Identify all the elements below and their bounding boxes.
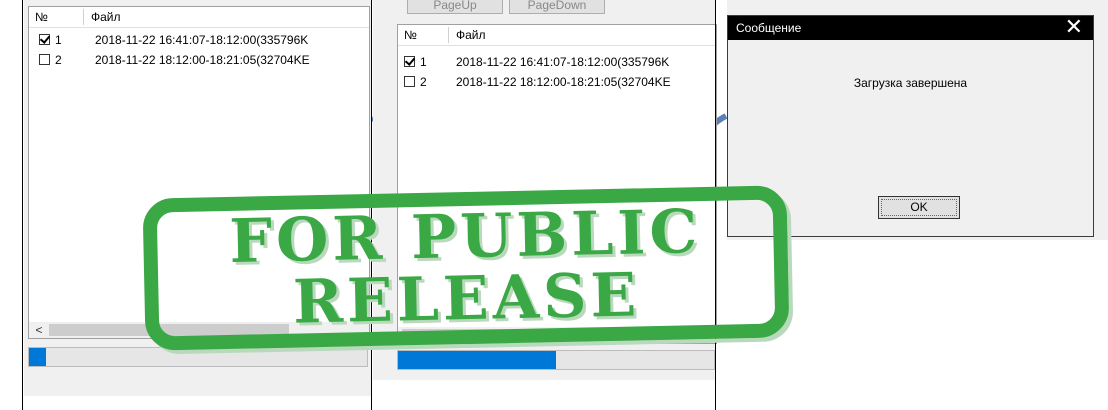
table-row[interactable]: 2 2018-11-22 18:12:00-18:21:05(32704KE	[398, 73, 716, 93]
ok-button[interactable]: OK	[878, 196, 960, 219]
row-number: 1	[420, 55, 427, 69]
checkmark-icon	[404, 55, 416, 66]
close-icon[interactable]: ✕	[1065, 16, 1083, 40]
column-header-file[interactable]: Файл	[450, 25, 710, 45]
column-header-file[interactable]: Файл	[85, 7, 365, 27]
row-number: 2	[55, 53, 62, 67]
row-number: 2	[420, 75, 427, 89]
row-number: 1	[55, 33, 62, 47]
list-header: № Файл	[398, 25, 716, 46]
progress-fill	[29, 348, 46, 366]
row-checkbox[interactable]	[404, 55, 416, 67]
window-border	[22, 0, 23, 410]
column-header-number[interactable]: №	[29, 7, 83, 27]
list-header: № Файл	[29, 7, 369, 28]
page-up-button[interactable]: PageUp	[407, 0, 503, 14]
table-row[interactable]: 1 2018-11-22 16:41:07-18:12:00(335796K	[398, 53, 716, 73]
scroll-left-arrow[interactable]: <	[31, 322, 47, 338]
page-down-button[interactable]: PageDown	[509, 0, 605, 14]
for-public-release-stamp: FOR PUBLIC RELEASE	[136, 181, 795, 355]
row-checkbox[interactable]	[404, 76, 415, 87]
dialog-title-bar[interactable]: Сообщение ✕	[728, 16, 1093, 40]
dialog-message: Загрузка завершена	[853, 76, 968, 90]
table-row[interactable]: 2 2018-11-22 18:12:00-18:21:05(32704KE	[29, 51, 369, 71]
column-separator[interactable]	[83, 9, 84, 25]
row-file-name: 2018-11-22 18:12:00-18:21:05(32704KE	[95, 53, 310, 67]
row-file-name: 2018-11-22 16:41:07-18:12:00(335796K	[95, 33, 309, 47]
row-checkbox[interactable]	[39, 33, 51, 45]
row-file-name: 2018-11-22 16:41:07-18:12:00(335796K	[456, 55, 670, 69]
column-header-number[interactable]: №	[398, 25, 448, 45]
checkmark-icon	[39, 33, 51, 44]
dialog-title: Сообщение	[736, 21, 802, 35]
row-checkbox[interactable]	[39, 54, 50, 65]
download-progress-bar	[397, 350, 715, 370]
row-file-name: 2018-11-22 18:12:00-18:21:05(32704KE	[456, 75, 671, 89]
table-row[interactable]: 1 2018-11-22 16:41:07-18:12:00(335796K	[29, 31, 369, 51]
progress-fill	[398, 351, 556, 369]
column-separator[interactable]	[448, 27, 449, 43]
stamp-line-2: RELEASE	[292, 260, 641, 338]
